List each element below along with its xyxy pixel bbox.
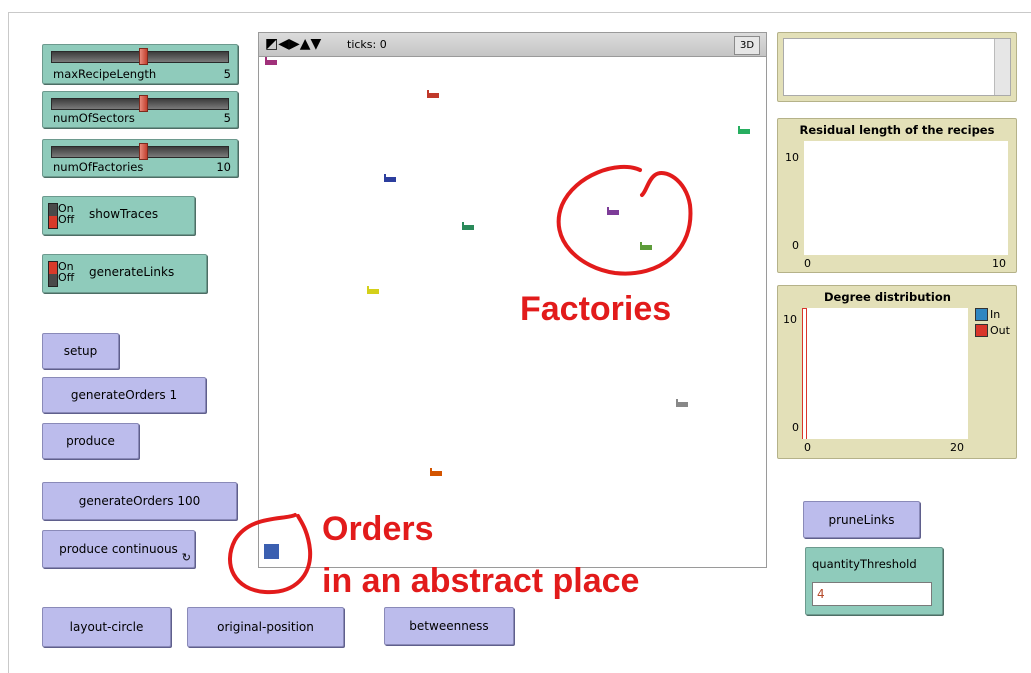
factories-circle bbox=[556, 164, 693, 276]
annotation-circles bbox=[228, 164, 693, 595]
orders-circle bbox=[228, 513, 313, 595]
orders-annotation: Orders bbox=[322, 510, 434, 548]
orders-subtitle-annotation: in an abstract place bbox=[322, 562, 640, 600]
factories-annotation: Factories bbox=[520, 290, 672, 328]
